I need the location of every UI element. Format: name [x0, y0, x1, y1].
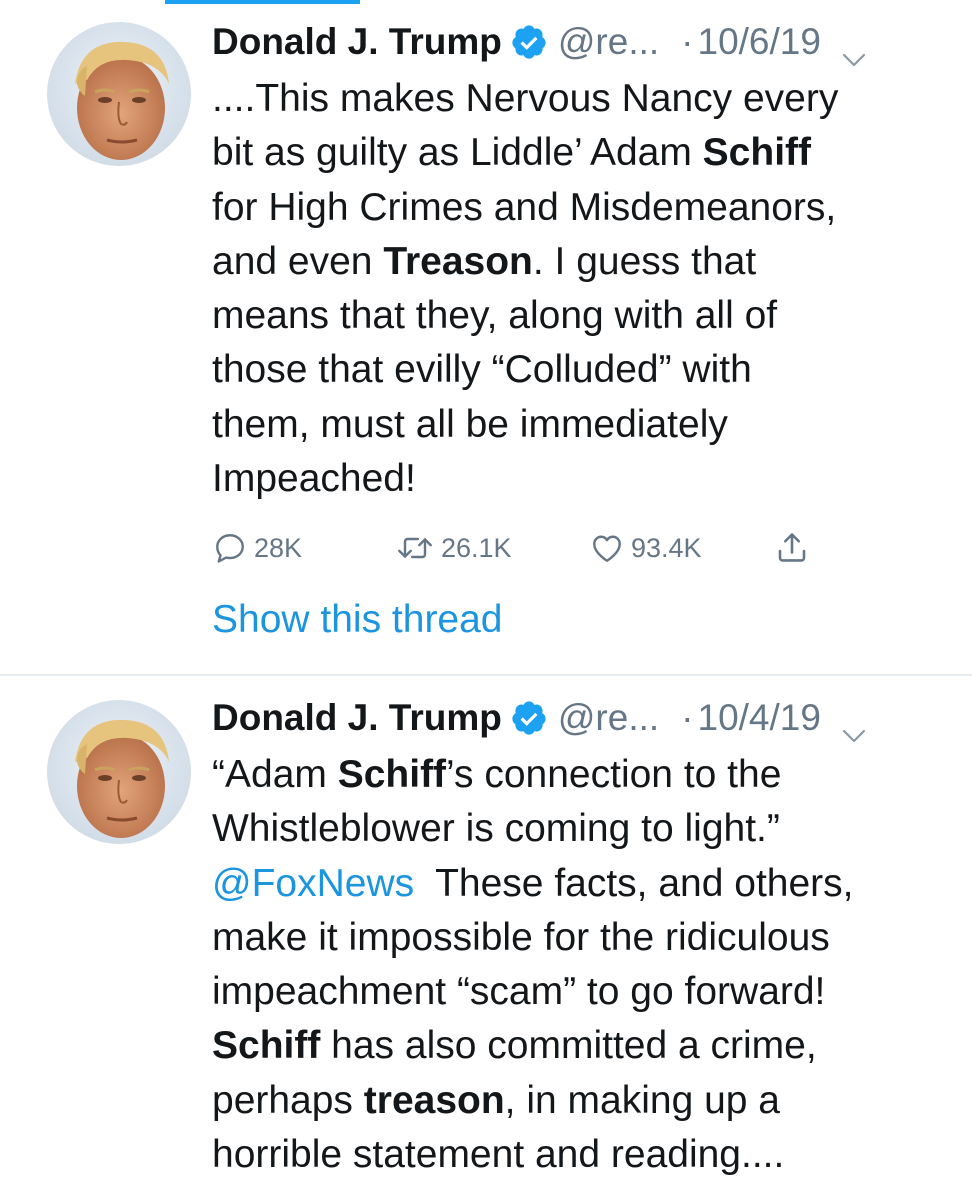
text-segment: Impeached! — [212, 457, 416, 501]
reply-icon — [212, 530, 248, 566]
text-segment: Whistleblower is coming to light.” — [212, 807, 780, 851]
author-name[interactable]: Donald J. Trump — [212, 692, 502, 744]
text-segment: impeachment “scam” to go forward! — [212, 970, 826, 1014]
tweet-actions: 28K 26.1K 93.4K — [212, 525, 852, 571]
text-segment: , in making up a — [504, 1078, 780, 1122]
chevron-down-icon[interactable] — [841, 32, 867, 67]
text-segment: These facts, and others, — [414, 861, 854, 905]
like-button[interactable]: 93.4K — [589, 525, 702, 571]
avatar[interactable] — [47, 22, 191, 166]
tweet-text-line: for High Crimes and Misdemeanors, — [212, 181, 952, 235]
retweet-count: 26.1K — [441, 532, 512, 563]
text-segment: ....This makes Nervous Nancy every — [212, 77, 839, 120]
tweet-text-line: Whistleblower is coming to light.” — [212, 802, 952, 856]
reply-count: 28K — [254, 532, 303, 563]
tweet-text-line: ....This makes Nervous Nancy every — [212, 72, 952, 126]
tweet-text-line: @FoxNews These facts, and others, — [212, 857, 952, 911]
tweet-text: “Adam Schiff’s connection to the Whistleb… — [212, 748, 952, 1182]
share-button[interactable] — [774, 525, 810, 571]
text-segment: bit as guilty as Liddle’ Adam — [212, 131, 703, 175]
tweet-text-line: those that evilly “Colluded” with — [212, 343, 952, 397]
avatar[interactable] — [47, 700, 191, 844]
retweet-button[interactable]: 26.1K — [395, 525, 512, 571]
text-segment: perhaps — [212, 1078, 364, 1122]
mention-link[interactable]: @FoxNews — [212, 862, 414, 905]
tweet-header: Donald J. Trump @re... · 10/6/19 — [212, 16, 932, 68]
tweet-text-line: means that they, along with all of — [212, 289, 952, 343]
text-segment: horrible statement and reading.... — [212, 1133, 785, 1177]
tweet-text-line: bit as guilty as Liddle’ Adam Schiff — [212, 126, 952, 180]
tweet-text-line: make it impossible for the ridiculous — [212, 911, 952, 965]
tweet[interactable]: Donald J. Trump @re... · 10/6/19 ....Thi… — [0, 0, 972, 676]
tweet-text-line: them, must all be immediately — [212, 398, 952, 452]
author-handle[interactable]: @re... — [558, 692, 659, 744]
verified-badge-icon — [510, 23, 548, 61]
tweet-date[interactable]: 10/6/19 — [698, 16, 821, 68]
bold-text: treason — [363, 1078, 505, 1122]
tweet-text: ....This makes Nervous Nancy every bit as… — [212, 72, 952, 506]
retweet-icon — [395, 530, 435, 566]
bold-text: Schiff — [212, 1024, 321, 1068]
text-segment: for High Crimes and Misdemeanors, — [212, 185, 837, 229]
tweet-date[interactable]: 10/4/19 — [698, 692, 821, 744]
separator-dot: · — [681, 697, 694, 738]
text-segment: them, must all be immediately — [212, 402, 728, 446]
like-count: 93.4K — [631, 532, 702, 563]
bold-text: Schiff — [702, 131, 812, 175]
text-segment: make it impossible for the ridiculous — [212, 915, 830, 959]
text-segment: those that evilly “Colluded” with — [212, 348, 752, 392]
tweet-text-line: Schiff has also committed a crime, — [212, 1019, 952, 1073]
tweet-text-line: perhaps treason, in making up a — [212, 1074, 952, 1128]
tweet-text-line: impeachment “scam” to go forward! — [212, 965, 952, 1019]
show-thread-link[interactable]: Show this thread — [212, 593, 503, 647]
share-icon — [774, 530, 810, 566]
tweet-text-line: and even Treason. I guess that — [212, 235, 952, 289]
separator-dot: · — [681, 21, 694, 62]
author-handle[interactable]: @re... — [558, 16, 659, 68]
verified-badge-icon — [510, 699, 548, 737]
text-segment: ’s connection to the — [446, 753, 782, 796]
tweet-text-line: horrible statement and reading.... — [212, 1128, 952, 1182]
tweet-header: Donald J. Trump @re... · 10/4/19 — [212, 692, 932, 744]
bold-text: Schiff — [337, 753, 447, 796]
text-segment: “Adam — [212, 753, 338, 796]
text-segment: means that they, along with all of — [212, 294, 778, 338]
text-segment: and even — [212, 239, 384, 283]
text-segment: . I guess that — [532, 239, 757, 283]
text-segment: has also committed a crime, — [320, 1024, 817, 1068]
tweet-text-line: “Adam Schiff’s connection to the — [212, 748, 952, 802]
bold-text: Treason — [383, 239, 533, 283]
tweet[interactable]: Donald J. Trump @re... · 10/4/19 “Adam S… — [0, 676, 972, 1200]
tweet-text-line: Impeached! — [212, 452, 952, 506]
reply-button[interactable]: 28K — [212, 525, 302, 571]
author-name[interactable]: Donald J. Trump — [212, 16, 502, 68]
heart-icon — [589, 530, 625, 566]
chevron-down-icon[interactable] — [841, 708, 867, 743]
